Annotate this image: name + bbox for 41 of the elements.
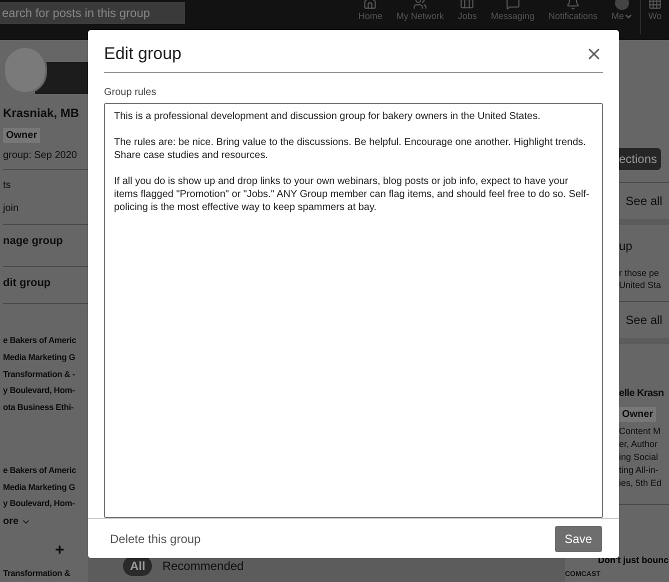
group-rules-field[interactable]: This is a professional development and discussion group for bakery owners in the United States. The rules are: be nice. Bring value to the discussions. Be helpful. Encourage one another. Highlight trends. Share case studies and resources. If all you do is show up and drop links to your own webinars, blog posts or job info, expect to have your items flagged "Promotion" or "Jobs." ANY Group member can flag items, and should feel free to do so. Self-policing is the most effective way to keep spammers at bay.	[104, 102, 603, 518]
dialog-title: Edit group	[104, 43, 182, 66]
group-link[interactable]: Transformation & -	[3, 368, 88, 380]
delete-group-button[interactable]: Delete this group	[110, 530, 201, 548]
nav-item[interactable]: Notifications	[541, 0, 604, 22]
nav-item[interactable]: Home	[351, 0, 390, 22]
group-action-link[interactable]: nage group	[3, 225, 88, 258]
field-label: Group rules	[104, 86, 158, 100]
owner-bio: Content M er, Author ing Social ting All-in- ies, 5th Ed	[619, 425, 663, 490]
nav-item[interactable]: Wo	[641, 0, 669, 22]
nav-item[interactable]: Messaging	[484, 0, 542, 22]
group-link[interactable]: e Bakers of Americ	[3, 464, 88, 476]
group-link[interactable]: Media Marketing G	[3, 480, 88, 494]
nav-item[interactable]: Jobs	[450, 0, 484, 22]
nav-item[interactable]: Me	[604, 0, 640, 22]
group-action-link[interactable]: dit group	[3, 266, 88, 299]
connections-button[interactable]: ections	[619, 148, 662, 170]
group-link[interactable]: y Boulevard, Hom-	[3, 497, 88, 510]
profile-link[interactable]: join	[3, 201, 88, 216]
owner-badge: Owner	[3, 128, 40, 143]
group-link[interactable]: e Bakers of Americ	[3, 334, 88, 347]
group-link[interactable]: Media Marketing G	[3, 350, 88, 364]
owner-name: elle Krasn	[619, 387, 665, 401]
section-title: up	[619, 238, 634, 255]
nav-item[interactable]: My Network	[389, 0, 451, 22]
filter-tab[interactable]: Recommended	[162, 556, 244, 576]
group-link[interactable]: Transformation &	[3, 567, 88, 580]
group-description: r those pe United Sta	[619, 267, 662, 291]
group-link[interactable]: y Boulevard, Hom-	[3, 384, 88, 397]
show-more-link[interactable]: ore	[3, 514, 31, 529]
save-button[interactable]: Save	[554, 526, 602, 552]
group-link[interactable]: ota Business Ethi-	[3, 401, 88, 414]
search-field[interactable]: earch for posts in this group	[0, 2, 185, 24]
profile-link[interactable]: ts	[3, 178, 88, 193]
see-all-link[interactable]: See all	[619, 302, 669, 338]
profile-name: Krasniak, MB	[3, 105, 80, 122]
filter-tab[interactable]: All	[123, 556, 152, 576]
see-all-link[interactable]: See all	[619, 183, 669, 219]
join-date: group: Sep 2020	[3, 149, 78, 163]
owner-badge: Owner	[619, 407, 656, 422]
add-button[interactable]: +	[55, 543, 64, 559]
